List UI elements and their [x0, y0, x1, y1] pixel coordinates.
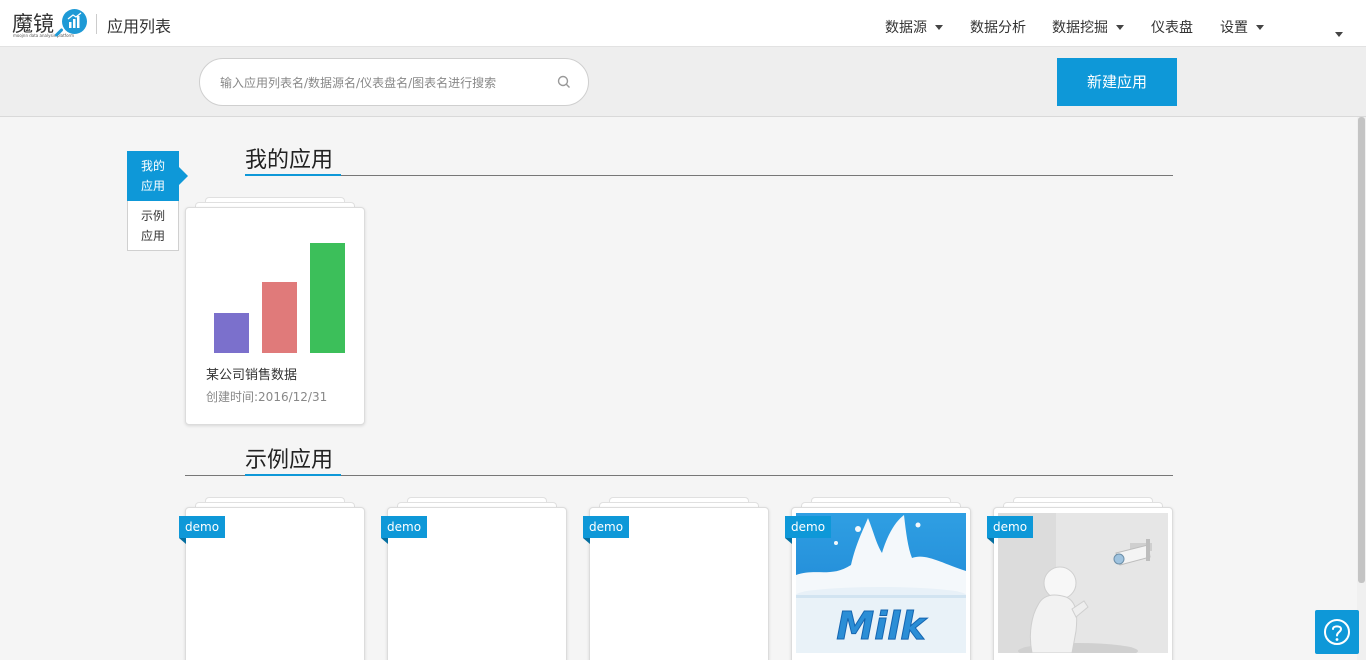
tab-demo-apps[interactable]: 示例 应用	[127, 201, 179, 251]
nav-data-mining[interactable]: 数据挖掘	[1052, 17, 1124, 37]
tab-my-apps[interactable]: 我的 应用	[127, 151, 188, 201]
header-divider	[96, 14, 97, 34]
nav-settings[interactable]: 设置	[1220, 17, 1264, 37]
caret-down-icon	[935, 24, 943, 30]
demo-card[interactable]: demo	[583, 507, 769, 660]
thumbnail-bar	[214, 313, 249, 353]
demo-card[interactable]: Milk demo	[785, 507, 971, 660]
scrollbar-thumb[interactable]	[1358, 117, 1365, 583]
tab-demo-apps-line1: 示例	[140, 209, 165, 223]
demo-badge: demo	[381, 516, 428, 544]
demo-apps-heading: 示例应用	[245, 448, 334, 473]
new-app-button[interactable]: 新建应用	[1057, 58, 1177, 106]
nav-data-analysis-label: 数据分析	[970, 20, 1026, 36]
caret-down-icon	[1335, 32, 1343, 37]
search-box[interactable]	[199, 58, 589, 106]
tab-my-apps-line2: 应用	[140, 179, 165, 193]
app-category-tabs: 我的 应用 示例 应用	[127, 151, 188, 251]
caret-down-icon	[1116, 24, 1124, 30]
page-title: 应用列表	[107, 17, 172, 36]
demo-apps-heading-underline	[245, 474, 341, 476]
logo[interactable]: 魔镜 moojnn data analysis platform	[12, 6, 92, 42]
demo-badge: demo	[987, 516, 1034, 544]
demo-card-4[interactable]: Milk demo	[785, 497, 971, 660]
nav-data-analysis[interactable]: 数据分析	[970, 17, 1026, 37]
top-navbar: 魔镜 moojnn data analysis platform 应用列表 数据…	[0, 0, 1366, 47]
app-card-sales[interactable]: 某公司销售数据 创建时间:2016/12/31	[185, 197, 365, 425]
user-menu-toggle[interactable]	[1335, 25, 1343, 44]
page-scrollbar[interactable]	[1357, 117, 1366, 660]
logo-chart-icon	[62, 9, 87, 34]
demo-card[interactable]: demo	[179, 507, 365, 660]
tab-demo-apps-line2: 应用	[140, 229, 165, 243]
thumbnail-bar	[310, 243, 345, 353]
my-apps-heading: 我的应用	[245, 148, 334, 173]
demo-card-5[interactable]: demo	[987, 497, 1173, 660]
demo-badge: demo	[179, 516, 226, 544]
demo-card[interactable]: demo	[987, 507, 1173, 660]
tab-my-apps-line1: 我的	[140, 159, 165, 173]
demo-card-1[interactable]: demo	[179, 497, 365, 660]
question-icon	[1324, 619, 1350, 645]
demo-card[interactable]: demo	[381, 507, 567, 660]
app-card[interactable]: 某公司销售数据 创建时间:2016/12/31	[185, 207, 365, 425]
nav-dashboard-label: 仪表盘	[1151, 20, 1193, 36]
milk-thumbnail-text: Milk	[836, 604, 928, 648]
nav-data-mining-label: 数据挖掘	[1052, 20, 1108, 36]
my-apps-divider	[245, 175, 1173, 176]
nav-dashboard[interactable]: 仪表盘	[1151, 17, 1193, 37]
my-apps-heading-underline	[245, 174, 341, 176]
demo-badge: demo	[785, 516, 832, 544]
search-toolbar: 新建应用	[0, 47, 1366, 117]
app-name: 某公司销售数据	[206, 368, 298, 383]
caret-down-icon	[1256, 24, 1264, 30]
demo-badge: demo	[583, 516, 630, 544]
nav-settings-label: 设置	[1220, 20, 1248, 36]
nav-datasource[interactable]: 数据源	[885, 17, 943, 37]
demo-card-2[interactable]: demo	[381, 497, 567, 660]
app-thumbnail-bar-chart	[214, 243, 354, 353]
app-created-date: 创建时间:2016/12/31	[206, 390, 328, 404]
nav-datasource-label: 数据源	[885, 20, 927, 36]
search-input[interactable]	[220, 73, 540, 93]
demo-card-3[interactable]: demo	[583, 497, 769, 660]
thumbnail-bar	[262, 282, 297, 353]
help-button[interactable]	[1315, 610, 1359, 654]
search-icon[interactable]	[557, 75, 571, 89]
